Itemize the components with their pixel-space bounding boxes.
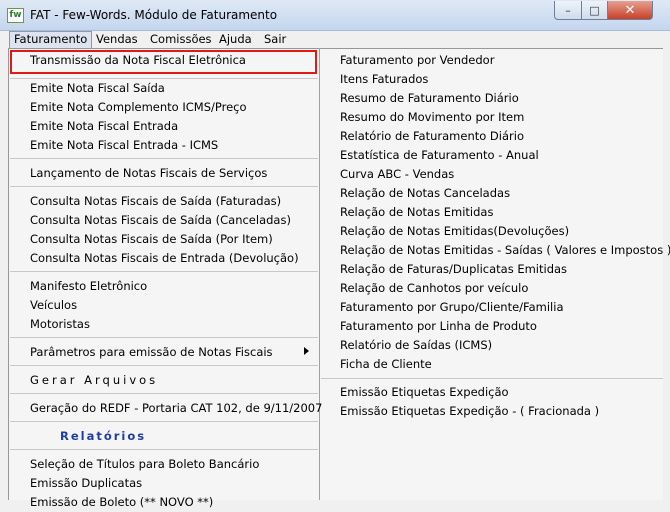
menu-separator <box>10 271 318 272</box>
selection-highlight <box>10 50 317 74</box>
menu-separator <box>321 378 663 379</box>
menu-item-resumo-faturamento-diario[interactable]: Resumo de Faturamento Diário <box>340 89 519 108</box>
menu-bar: Faturamento Vendas Comissões Ajuda Sair <box>0 31 670 49</box>
menu-item-relatorio-saidas-icms[interactable]: Relatório de Saídas (ICMS) <box>340 336 492 355</box>
menu-item-emite-nf-entrada[interactable]: Emite Nota Fiscal Entrada <box>30 117 178 136</box>
menu-item-manifesto-eletronico[interactable]: Manifesto Eletrônico <box>30 277 147 296</box>
menu-item-relatorio-faturamento-diario[interactable]: Relatório de Faturamento Diário <box>340 127 524 146</box>
menu-item-emite-nf-entrada-icms[interactable]: Emite Nota Fiscal Entrada - ICMS <box>30 136 218 155</box>
menu-item-faturamento-grupo[interactable]: Faturamento por Grupo/Cliente/Familia <box>340 298 564 317</box>
menu-item-notas-emitidas[interactable]: Relação de Notas Emitidas <box>340 203 493 222</box>
menu-item-notas-emitidas-devolucoes[interactable]: Relação de Notas Emitidas(Devoluções) <box>340 222 569 241</box>
menu-item-parametros-nf[interactable]: Parâmetros para emissão de Notas Fiscais <box>30 343 273 362</box>
menu-separator <box>10 158 318 159</box>
app-logo-icon: fw <box>7 8 24 23</box>
menu-item-itens-faturados[interactable]: Itens Faturados <box>340 70 428 89</box>
minimize-button[interactable]: – <box>554 1 582 20</box>
menu-item-faturas-duplicatas[interactable]: Relação de Faturas/Duplicatas Emitidas <box>340 260 567 279</box>
menu-separator <box>10 186 318 187</box>
menu-item-notas-emitidas-saidas[interactable]: Relação de Notas Emitidas - Saídas ( Val… <box>340 241 670 260</box>
menu-separator <box>10 421 318 422</box>
menu-comissoes[interactable]: Comissões <box>146 31 216 49</box>
menu-item-emite-nf-saida[interactable]: Emite Nota Fiscal Saída <box>30 79 165 98</box>
menu-item-motoristas[interactable]: Motoristas <box>30 315 90 334</box>
maximize-button[interactable]: □ <box>581 1 608 20</box>
menu-item-faturamento-linha-produto[interactable]: Faturamento por Linha de Produto <box>340 317 537 336</box>
menu-item-notas-canceladas[interactable]: Relação de Notas Canceladas <box>340 184 510 203</box>
window-frame-right <box>663 48 670 500</box>
menu-item-faturamento-vendedor[interactable]: Faturamento por Vendedor <box>340 51 494 70</box>
menu-item-ficha-cliente[interactable]: Ficha de Cliente <box>340 355 432 374</box>
menu-faturamento[interactable]: Faturamento <box>9 31 93 49</box>
menu-item-gerar-arquivos[interactable]: Gerar Arquivos <box>30 371 158 390</box>
menu-separator <box>10 365 318 366</box>
menu-item-lancamento-nf-servicos[interactable]: Lançamento de Notas Fiscais de Serviços <box>30 164 267 183</box>
menu-separator <box>10 393 318 394</box>
menu-separator <box>10 449 318 450</box>
menu-heading-relatorios: Relatórios <box>60 429 147 443</box>
menu-item-curva-abc[interactable]: Curva ABC - Vendas <box>340 165 454 184</box>
column-divider <box>319 48 320 500</box>
window-title: FAT - Few-Words. Módulo de Faturamento <box>30 8 278 22</box>
menu-item-consulta-nf-por-item[interactable]: Consulta Notas Fiscais de Saída (Por Ite… <box>30 230 273 249</box>
menu-item-emissao-duplicatas[interactable]: Emissão Duplicatas <box>30 474 142 493</box>
menu-item-canhotos-veiculo[interactable]: Relação de Canhotos por veículo <box>340 279 528 298</box>
menu-separator <box>10 337 318 338</box>
menu-item-consulta-nf-faturadas[interactable]: Consulta Notas Fiscais de Saída (Faturad… <box>30 192 281 211</box>
menu-item-selecao-titulos-boleto[interactable]: Seleção de Títulos para Boleto Bancário <box>30 455 259 474</box>
menu-item-consulta-nf-canceladas[interactable]: Consulta Notas Fiscais de Saída (Cancela… <box>30 211 291 230</box>
menu-ajuda[interactable]: Ajuda <box>215 31 256 49</box>
menu-item-estatistica-faturamento[interactable]: Estatística de Faturamento - Anual <box>340 146 539 165</box>
menu-item-consulta-nf-entrada[interactable]: Consulta Notas Fiscais de Entrada (Devol… <box>30 249 299 268</box>
menu-item-geracao-redf[interactable]: Geração do REDF - Portaria CAT 102, de 9… <box>30 399 322 418</box>
menu-item-emissao-boleto[interactable]: Emissão de Boleto (** NOVO **) <box>30 493 213 512</box>
title-bar: fw FAT - Few-Words. Módulo de Faturament… <box>0 0 670 31</box>
menu-item-etiquetas-expedicao-fracionada[interactable]: Emissão Etiquetas Expedição - ( Fraciona… <box>340 402 599 421</box>
submenu-arrow-icon <box>304 347 309 355</box>
menu-item-veiculos[interactable]: Veículos <box>30 296 77 315</box>
menu-item-emite-nota-complemento[interactable]: Emite Nota Complemento ICMS/Preço <box>30 98 247 117</box>
close-button[interactable]: ✕ <box>607 1 653 20</box>
menu-item-etiquetas-expedicao[interactable]: Emissão Etiquetas Expedição <box>340 383 509 402</box>
menu-sair[interactable]: Sair <box>260 31 290 49</box>
menu-item-resumo-movimento-item[interactable]: Resumo do Movimento por Item <box>340 108 524 127</box>
menu-vendas[interactable]: Vendas <box>92 31 142 49</box>
